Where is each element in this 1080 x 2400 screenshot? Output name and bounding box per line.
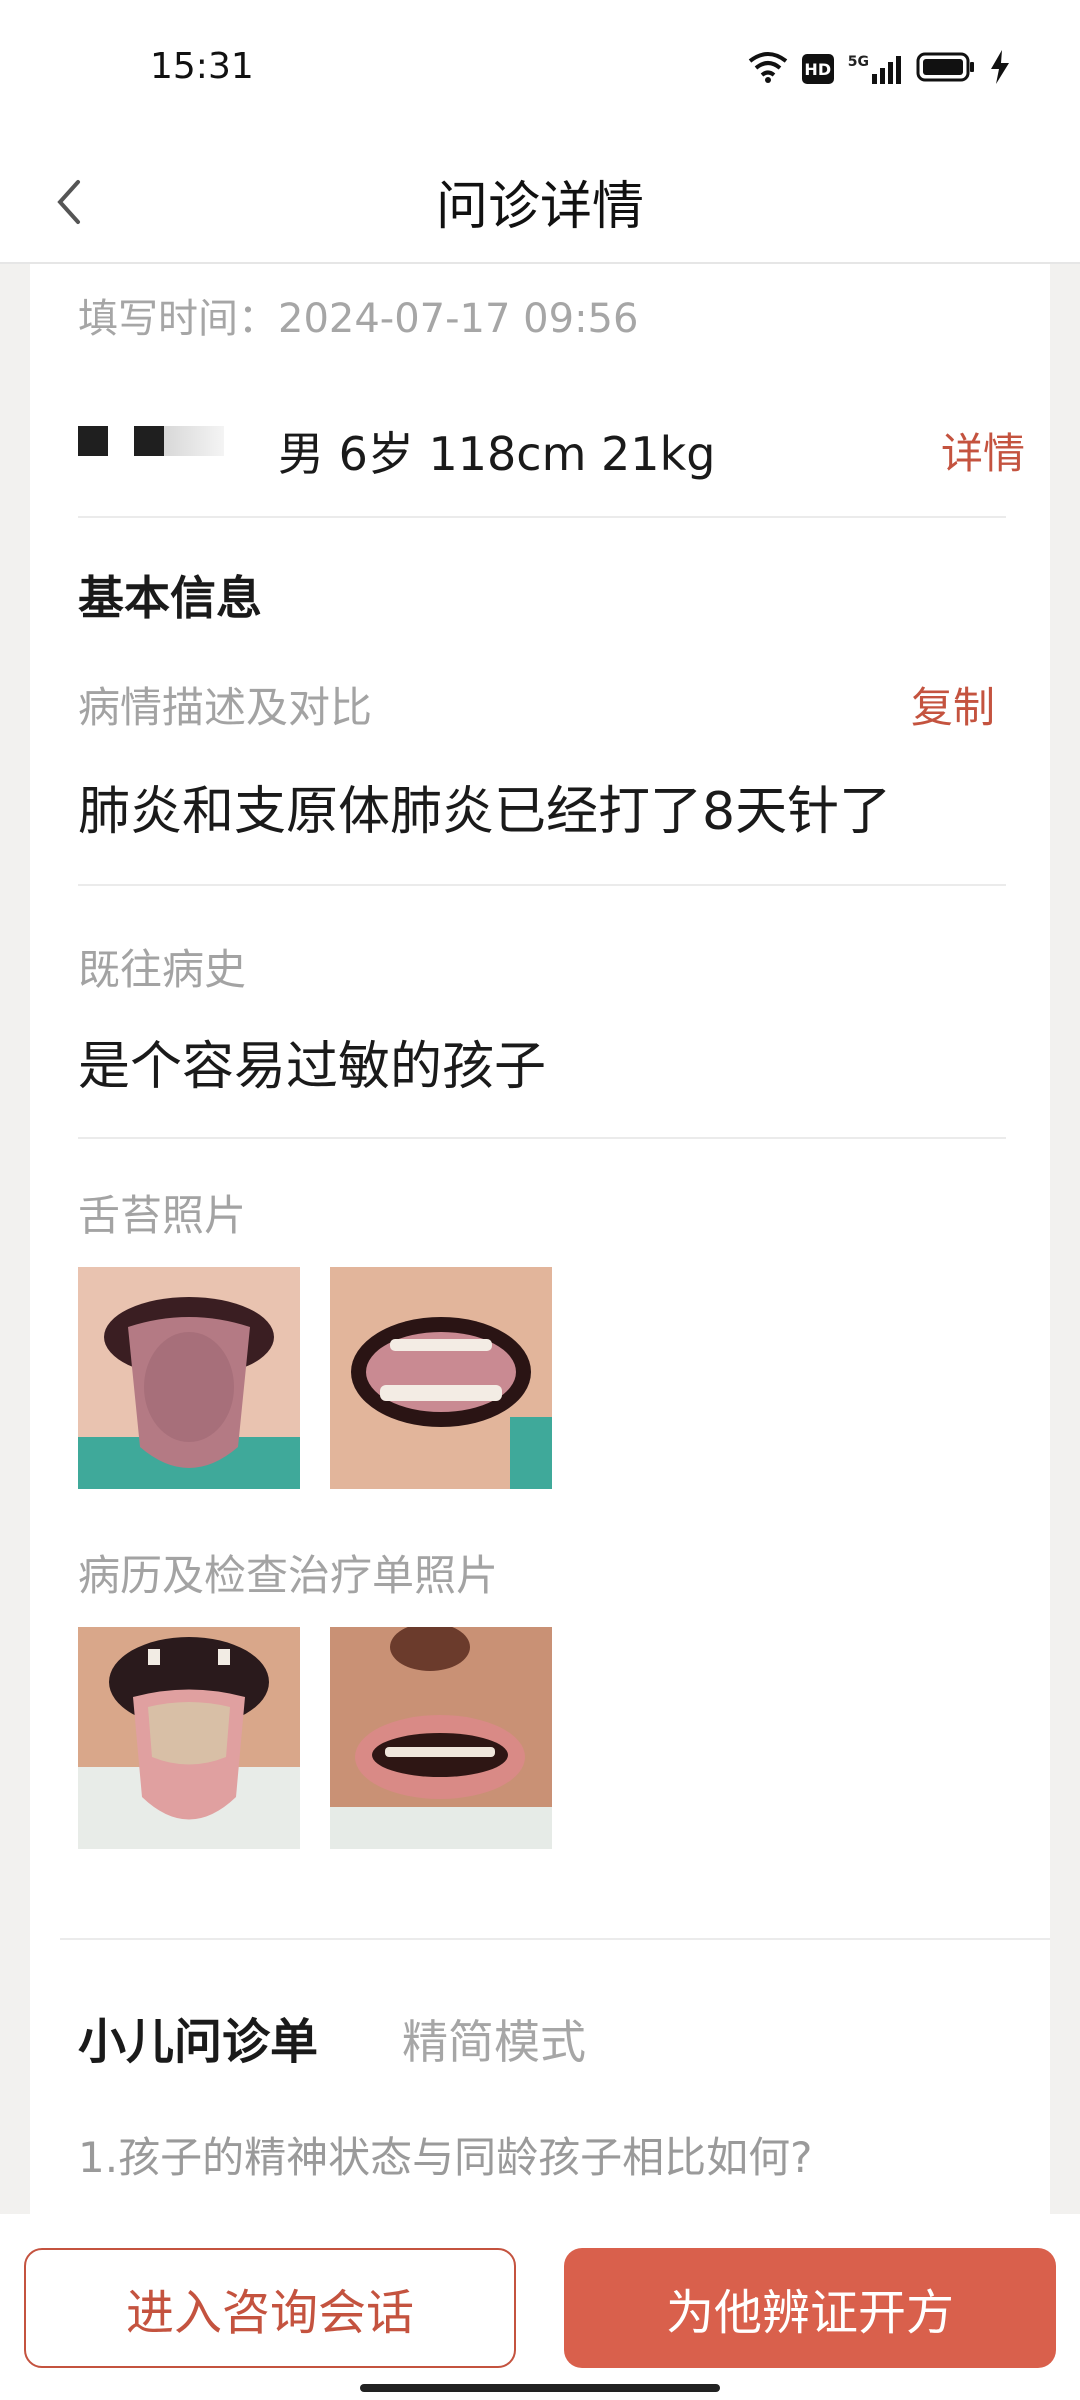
- fill-time: 填写时间：2024-07-17 09:56: [78, 296, 639, 342]
- patient-name-masked: [78, 426, 224, 456]
- patient-detail-link[interactable]: 详情: [941, 420, 1025, 481]
- patient-row: 男 6岁 118cm 21kg 详情: [78, 404, 1033, 504]
- page-title: 问诊详情: [435, 177, 644, 237]
- battery-icon: [916, 51, 976, 87]
- hd-icon: HD: [801, 54, 834, 84]
- divider: [60, 1938, 1050, 1940]
- consultation-card: 填写时间：2024-07-17 09:56 男 6岁 118cm 21kg 详情…: [30, 264, 1050, 2214]
- history-value: 是个容易过敏的孩子: [78, 1037, 547, 1097]
- divider: [78, 516, 1006, 518]
- divider: [78, 1137, 1006, 1139]
- home-indicator[interactable]: [360, 2384, 720, 2392]
- simplified-mode-toggle[interactable]: 精简模式: [402, 2006, 586, 2072]
- network-type-label: 5G: [847, 54, 869, 70]
- wifi-icon: [748, 51, 788, 87]
- tongue-photos-label: 舌苔照片: [78, 1191, 247, 1240]
- basic-info-title: 基本信息: [78, 571, 262, 625]
- status-bar: 15:31 HD 5G: [0, 0, 1080, 140]
- tongue-photo-1[interactable]: [78, 1267, 300, 1489]
- bottom-action-bar: 进入咨询会话 为他辨证开方: [0, 2214, 1080, 2400]
- patient-info: 男 6岁 118cm 21kg: [278, 427, 716, 481]
- description-value: 肺炎和支原体肺炎已经打了8天针了: [78, 782, 892, 842]
- nav-bar: 问诊详情: [0, 140, 1080, 264]
- question-1: 1.孩子的精神状态与同龄孩子相比如何?: [78, 2133, 813, 2182]
- signal-5g-icon: 5G: [848, 54, 902, 84]
- status-time: 15:31: [150, 46, 254, 87]
- questionnaire-title: 小儿问诊单: [78, 2014, 319, 2070]
- prescribe-button[interactable]: 为他辨证开方: [564, 2248, 1056, 2368]
- status-icons: HD 5G: [748, 50, 1010, 88]
- description-label: 病情描述及对比: [78, 683, 373, 732]
- divider: [78, 884, 1006, 886]
- record-photo-2[interactable]: [330, 1627, 552, 1849]
- record-photo-1[interactable]: [78, 1627, 300, 1849]
- history-label: 既往病史: [78, 945, 247, 994]
- enter-chat-button[interactable]: 进入咨询会话: [24, 2248, 516, 2368]
- questionnaire-header: 小儿问诊单 精简模式: [78, 2002, 586, 2072]
- record-photos-label: 病历及检查治疗单照片: [78, 1551, 499, 1600]
- copy-button[interactable]: 复制: [911, 674, 995, 735]
- charging-icon: [990, 50, 1010, 88]
- tongue-photo-2[interactable]: [330, 1267, 552, 1489]
